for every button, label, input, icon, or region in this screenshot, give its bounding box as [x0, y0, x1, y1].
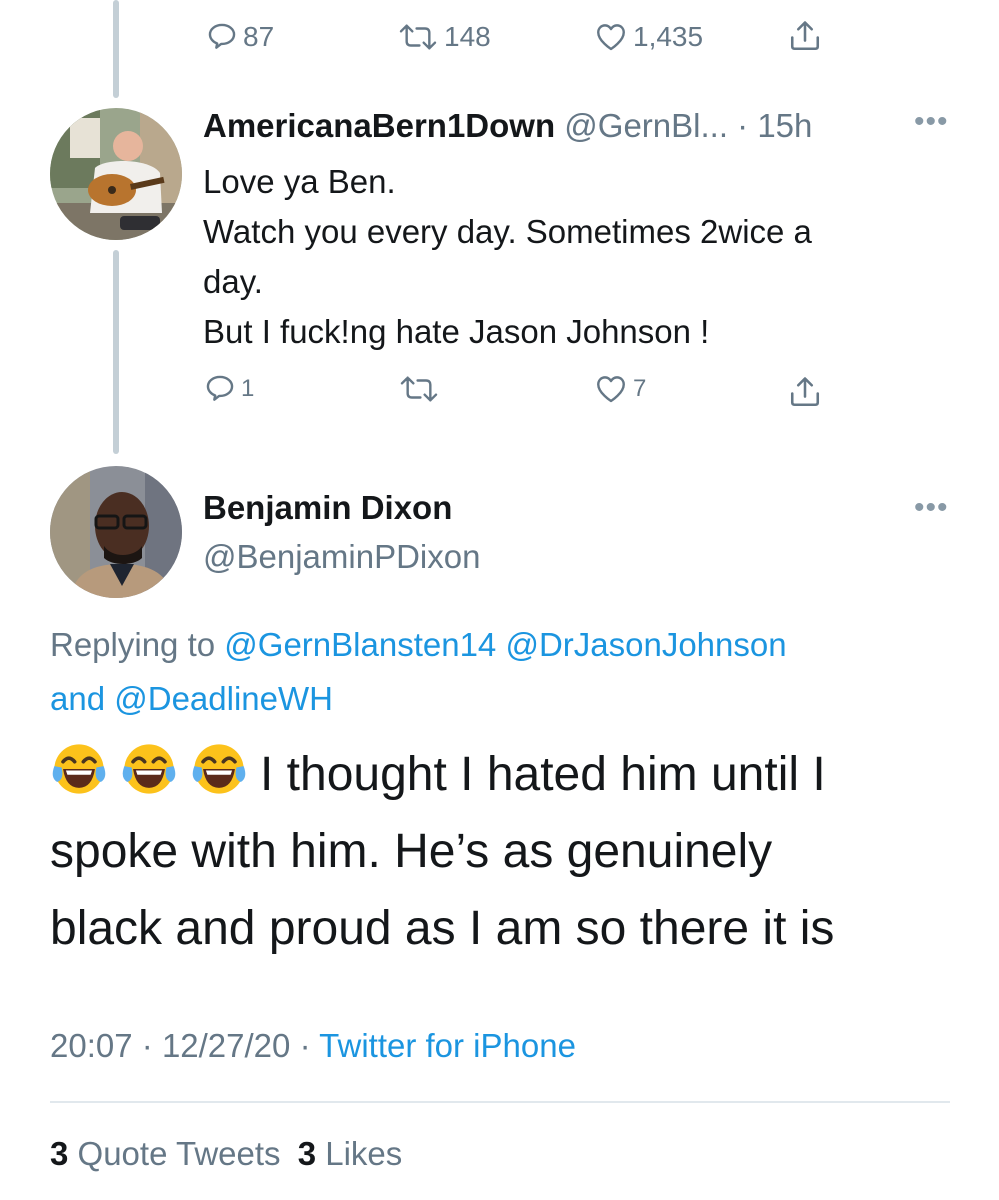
tweet-time[interactable]: 20:07 [50, 1027, 133, 1064]
like-action[interactable]: 7 [593, 372, 646, 406]
thread-line-top [113, 0, 119, 98]
tears-of-joy-emoji-icon [52, 744, 106, 794]
author-handle[interactable]: @BenjaminPDixon [203, 537, 480, 577]
tweet-line: But I fuck!ng hate Jason Johnson ! [203, 313, 710, 350]
quote-tweets-label: Quote Tweets [77, 1135, 281, 1172]
like-count: 1,435 [633, 21, 704, 52]
mention-link[interactable]: @DeadlineWH [114, 680, 333, 717]
avatar[interactable] [50, 108, 182, 240]
mention-link[interactable]: @DrJasonJohnson [505, 626, 786, 663]
tweet-line: I thought I hated him until I [50, 736, 960, 813]
reply-action[interactable]: 1 [203, 372, 254, 406]
tweet-source-link[interactable]: Twitter for iPhone [319, 1027, 576, 1064]
share-icon [790, 377, 820, 407]
quote-tweets-stat[interactable]: 3 Quote Tweets [50, 1135, 290, 1172]
retweet-count: 148 [444, 21, 491, 52]
heart-icon [597, 376, 625, 403]
tears-of-joy-emoji-icon [122, 744, 176, 794]
separator: · [299, 1027, 311, 1064]
reply-count: 1 [241, 375, 255, 402]
author-handle[interactable]: @GernBl... [564, 107, 728, 144]
heart-icon [597, 24, 625, 51]
avatar-image-guitar-player [50, 108, 182, 240]
retweet-icon [400, 376, 438, 402]
tweet-metadata: 20:07 · 12/27/20 · Twitter for iPhone [50, 1024, 576, 1068]
share-action[interactable] [787, 374, 823, 410]
tweet-date[interactable]: 12/27/20 [162, 1027, 290, 1064]
more-options-icon[interactable]: ••• [914, 107, 949, 137]
divider [50, 1101, 950, 1103]
retweet-icon [399, 24, 437, 50]
tweet-line: day. [203, 263, 263, 300]
tweet-line: spoke with him. He’s as genuinely [50, 825, 773, 878]
replying-to-label: Replying to [50, 626, 216, 663]
tweet-line: black and proud as I am so there it is [50, 902, 835, 955]
author-name[interactable]: Benjamin Dixon [203, 488, 452, 528]
retweet-action[interactable] [397, 372, 445, 406]
tweet-text: I thought I hated him until I [260, 748, 826, 801]
tweet-stats: 3 Quote Tweets 3 Likes [50, 1132, 402, 1176]
main-tweet-text: I thought I hated him until I spoke with… [50, 736, 960, 967]
reply-tweet-header: AmericanaBern1Down @GernBl... · 15h [203, 106, 812, 146]
reply-icon [208, 23, 236, 49]
like-action[interactable]: 1,435 [593, 20, 703, 54]
share-action[interactable] [787, 18, 823, 54]
replying-to: Replying to @GernBlansten14 @DrJasonJohn… [50, 618, 950, 726]
tweet-line: Love ya Ben. [203, 163, 396, 200]
thread-line-bottom [113, 250, 119, 454]
share-icon [790, 21, 820, 51]
tears-of-joy-emoji-icon [192, 744, 246, 794]
avatar-image-portrait [50, 466, 182, 598]
mention-link[interactable]: @GernBlansten14 [224, 626, 496, 663]
more-options-icon[interactable]: ••• [914, 493, 949, 523]
tweet-line: Watch you every day. Sometimes 2wice a [203, 213, 812, 250]
retweet-action[interactable]: 148 [396, 20, 491, 54]
like-count: 7 [633, 375, 647, 402]
reply-tweet-text: Love ya Ben. Watch you every day. Someti… [203, 157, 812, 357]
tweet-time[interactable]: · 15h [737, 107, 812, 144]
reply-icon [206, 375, 234, 401]
replying-to-and: and [50, 680, 106, 717]
likes-count: 3 [297, 1135, 317, 1172]
author-name[interactable]: AmericanaBern1Down [203, 107, 555, 144]
quote-tweets-count: 3 [50, 1135, 69, 1172]
reply-action[interactable]: 87 [205, 20, 274, 54]
likes-stat[interactable]: 3 Likes [298, 1135, 403, 1172]
likes-label: Likes [325, 1135, 403, 1172]
reply-count: 87 [243, 21, 275, 52]
separator: · [141, 1027, 153, 1064]
avatar[interactable] [50, 466, 182, 598]
